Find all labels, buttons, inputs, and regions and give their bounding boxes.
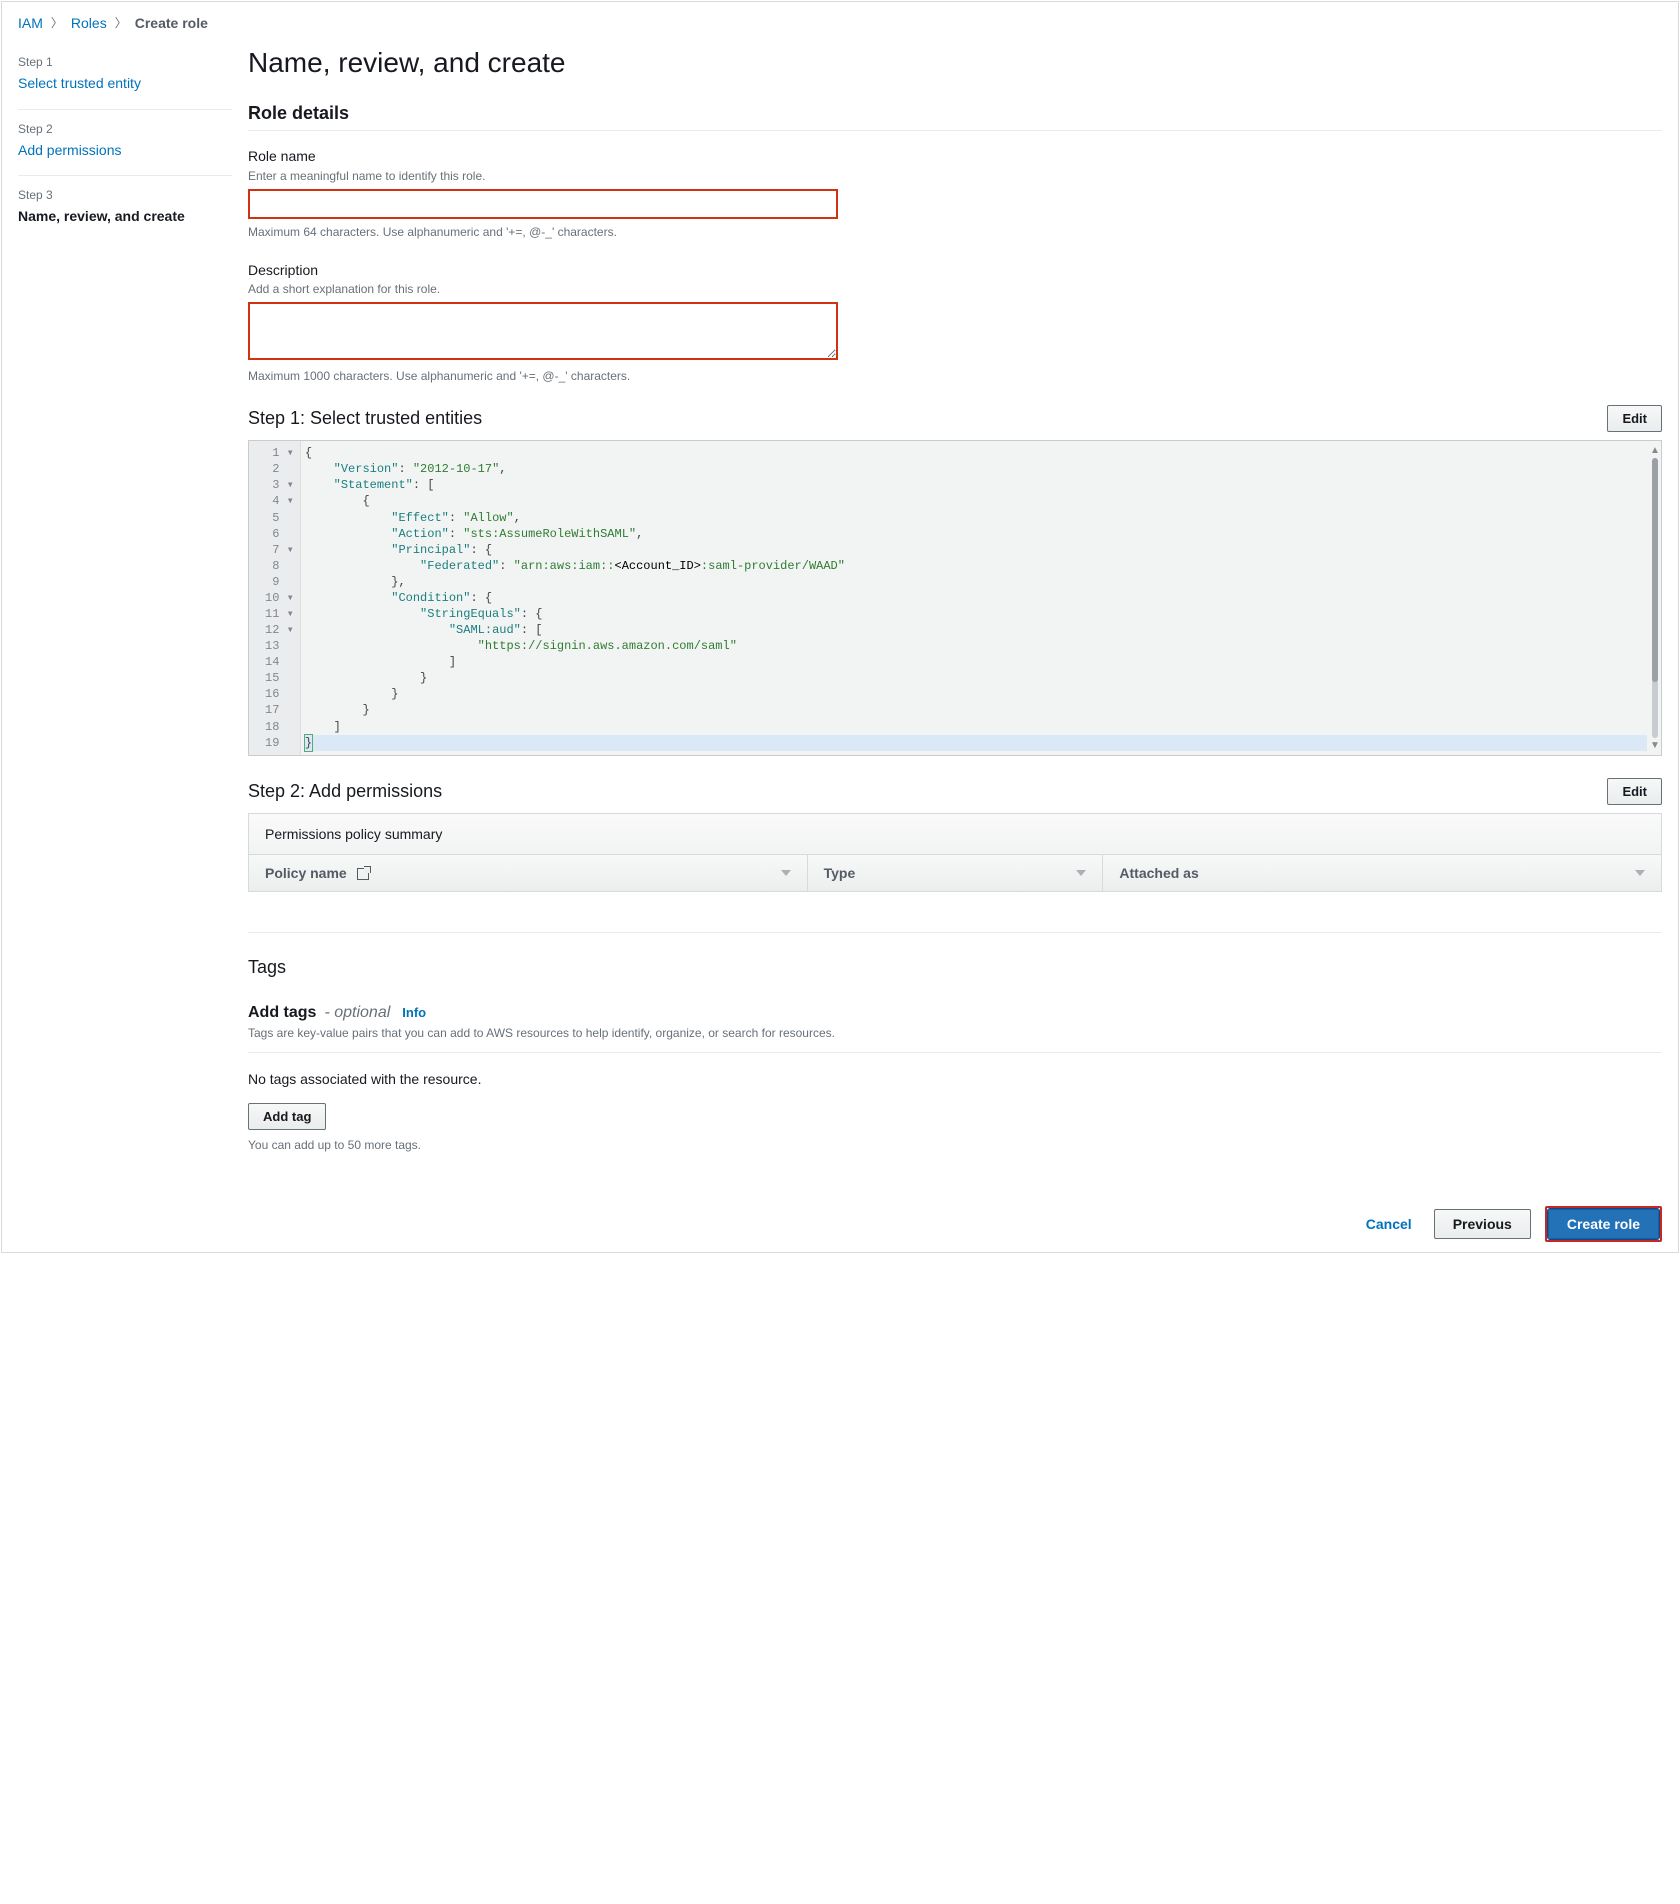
add-tags-label: Add tags — [248, 1004, 316, 1022]
col-attached-as[interactable]: Attached as — [1103, 855, 1661, 891]
step-label: Step 3 — [18, 186, 232, 205]
step2-edit-button[interactable]: Edit — [1607, 778, 1662, 805]
code-scrollbar[interactable]: ▲ ▼ — [1651, 445, 1659, 750]
col-type[interactable]: Type — [808, 855, 1104, 891]
sort-icon[interactable] — [781, 870, 791, 876]
sort-icon[interactable] — [1635, 870, 1645, 876]
footer-actions: Cancel Previous Create role — [1366, 1206, 1662, 1242]
sort-icon[interactable] — [1076, 870, 1086, 876]
step-label: Step 2 — [18, 120, 232, 139]
breadcrumb-iam[interactable]: IAM — [18, 15, 43, 31]
tags-heading: Tags — [248, 957, 1662, 978]
wizard-steps-sidebar: Step 1 Select trusted entity Step 2 Add … — [2, 39, 232, 242]
wizard-step-3: Step 3 Name, review, and create — [18, 176, 232, 242]
description-label: Description — [248, 261, 1662, 281]
optional-label: - optional — [324, 1004, 390, 1022]
wizard-step-1[interactable]: Step 1 Select trusted entity — [18, 43, 232, 110]
scroll-down-icon[interactable]: ▼ — [1650, 740, 1660, 751]
step-title[interactable]: Select trusted entity — [18, 72, 232, 94]
col-policy-name[interactable]: Policy name — [249, 855, 808, 891]
step2-heading: Step 2: Add permissions — [248, 781, 442, 802]
step1-heading: Step 1: Select trusted entities — [248, 408, 482, 429]
breadcrumb-roles[interactable]: Roles — [71, 15, 107, 31]
cancel-button[interactable]: Cancel — [1366, 1216, 1412, 1232]
page-title: Name, review, and create — [248, 39, 1662, 103]
external-link-icon — [357, 868, 369, 880]
create-role-button[interactable]: Create role — [1548, 1209, 1659, 1239]
code-area[interactable]: { "Version": "2012-10-17", "Statement": … — [301, 441, 1661, 754]
step1-edit-button[interactable]: Edit — [1607, 405, 1662, 432]
breadcrumb: IAM 〉 Roles 〉 Create role — [2, 2, 1678, 39]
role-details-heading: Role details — [248, 103, 1662, 131]
role-name-hint: Enter a meaningful name to identify this… — [248, 169, 1662, 183]
description-constraint: Maximum 1000 characters. Use alphanumeri… — [248, 369, 1662, 383]
step-label: Step 1 — [18, 53, 232, 72]
chevron-right-icon: 〉 — [111, 14, 131, 31]
tags-info-link[interactable]: Info — [402, 1005, 426, 1020]
chevron-right-icon: 〉 — [47, 14, 67, 31]
no-tags-text: No tags associated with the resource. — [248, 1071, 1662, 1087]
step-title[interactable]: Add permissions — [18, 139, 232, 161]
tags-hint: Tags are key-value pairs that you can ad… — [248, 1026, 1662, 1040]
role-name-constraint: Maximum 64 characters. Use alphanumeric … — [248, 225, 1662, 239]
scroll-track[interactable] — [1652, 458, 1658, 737]
add-tag-button[interactable]: Add tag — [248, 1103, 326, 1130]
trust-policy-editor: 1 ▾ 2 3 ▾ 4 ▾ 5 6 7 ▾ 8 9 10 ▾11 ▾12 ▾13… — [248, 440, 1662, 755]
scroll-thumb[interactable] — [1652, 458, 1658, 682]
step-title: Name, review, and create — [18, 205, 232, 227]
role-name-label: Role name — [248, 147, 1662, 167]
wizard-step-2[interactable]: Step 2 Add permissions — [18, 110, 232, 177]
tag-limit-text: You can add up to 50 more tags. — [248, 1138, 1662, 1152]
previous-button[interactable]: Previous — [1434, 1209, 1531, 1239]
description-hint: Add a short explanation for this role. — [248, 282, 1662, 296]
permissions-summary-label: Permissions policy summary — [248, 813, 1662, 855]
code-gutter: 1 ▾ 2 3 ▾ 4 ▾ 5 6 7 ▾ 8 9 10 ▾11 ▾12 ▾13… — [249, 441, 301, 754]
scroll-up-icon[interactable]: ▲ — [1650, 445, 1660, 456]
role-name-input[interactable] — [248, 189, 838, 219]
permissions-table: Policy name Type Attached as — [248, 855, 1662, 892]
breadcrumb-current: Create role — [135, 15, 208, 31]
description-input[interactable] — [248, 302, 838, 360]
